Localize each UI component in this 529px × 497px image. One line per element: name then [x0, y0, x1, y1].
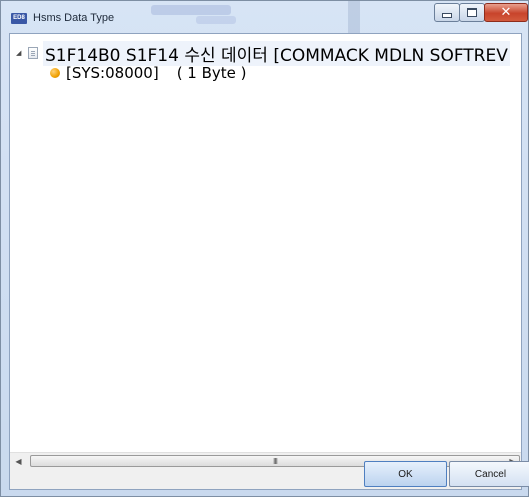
cancel-button[interactable]: Cancel	[449, 461, 529, 487]
dialog-window: ED8 Hsms Data Type ✕ ◢ S1F14B0 S1F14 수신 …	[0, 0, 529, 497]
tree-node-child[interactable]: [SYS:08000] ( 1 Byte )	[50, 63, 247, 83]
scroll-grip-icon: III	[272, 456, 278, 466]
caption-buttons: ✕	[434, 3, 528, 23]
tree-node-child-label[interactable]: [SYS:08000]	[66, 64, 159, 82]
collapse-icon[interactable]: ◢	[16, 49, 24, 57]
close-button[interactable]: ✕	[484, 3, 528, 22]
maximize-icon	[467, 8, 477, 17]
app-icon: ED8	[11, 13, 27, 24]
minimize-button[interactable]	[434, 3, 460, 22]
close-icon: ✕	[500, 5, 512, 20]
document-icon	[28, 47, 38, 59]
client-area: ◢ S1F14B0 S1F14 수신 데이터 [COMMACK MDLN SOF…	[9, 33, 522, 490]
tree-node-child-type: ( 1 Byte )	[176, 64, 247, 82]
tree-node-root[interactable]: ◢ S1F14B0 S1F14 수신 데이터 [COMMACK MDLN SOF…	[16, 40, 510, 66]
maximize-button[interactable]	[459, 3, 485, 22]
background-window-blur	[151, 5, 231, 15]
data-tree[interactable]: ◢ S1F14B0 S1F14 수신 데이터 [COMMACK MDLN SOF…	[10, 34, 521, 454]
minimize-icon	[442, 13, 452, 18]
ok-button[interactable]: OK	[364, 461, 447, 487]
window-title: Hsms Data Type	[33, 12, 115, 24]
scroll-left-icon[interactable]: ◀	[10, 453, 27, 470]
title-bar[interactable]: ED8 Hsms Data Type ✕	[1, 1, 529, 33]
tree-node-root-label[interactable]: S1F14B0 S1F14 수신 데이터 [COMMACK MDLN SOFTR…	[43, 40, 510, 66]
background-window-blur-2	[196, 16, 236, 24]
item-dot-icon	[50, 68, 60, 78]
background-window-bar	[348, 1, 360, 33]
